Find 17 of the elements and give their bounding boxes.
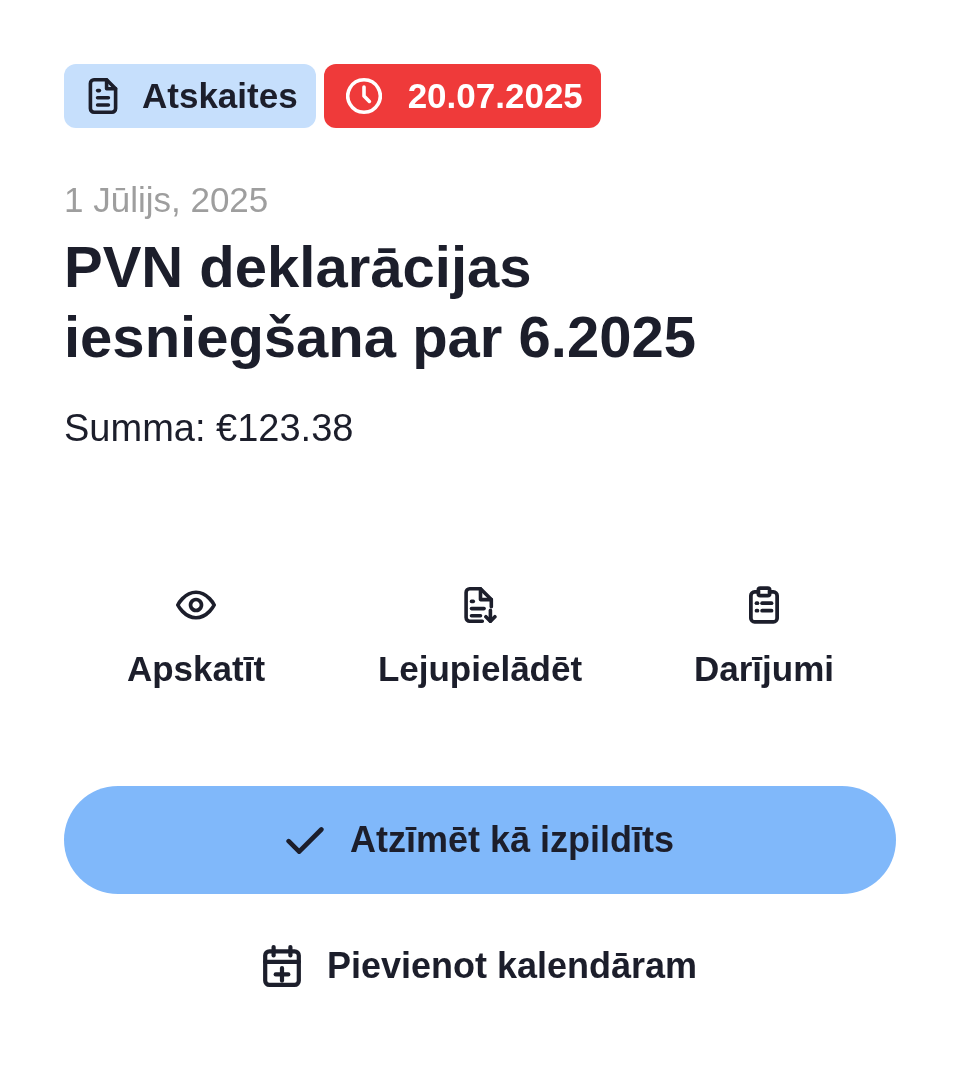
add-to-calendar-button[interactable]: Pievienot kalendāram <box>262 942 698 990</box>
eye-icon <box>176 590 216 620</box>
amount-text: Summa: €123.38 <box>64 406 355 451</box>
mark-done-button[interactable]: Atzīmēt kā izpildīts <box>64 786 896 894</box>
transactions-button[interactable]: Darījumi <box>622 586 906 689</box>
task-title: PVN deklarācijas iesniegšana par 6.2025 <box>64 233 697 371</box>
badge-label: 20.07.2025 <box>407 76 583 116</box>
badge-label: Atskaites <box>142 76 298 116</box>
download-button[interactable]: Lejupielādēt <box>338 586 622 689</box>
view-button[interactable]: Apskatīt <box>54 586 338 689</box>
clipboard-list-icon <box>749 586 779 624</box>
calendar-plus-icon <box>262 945 301 987</box>
document-icon <box>88 78 118 114</box>
document-download-icon <box>463 587 497 623</box>
date-text: 1 Jūlijs, 2025 <box>64 179 270 221</box>
checkmark-icon <box>285 826 324 854</box>
clock-icon <box>345 78 382 114</box>
